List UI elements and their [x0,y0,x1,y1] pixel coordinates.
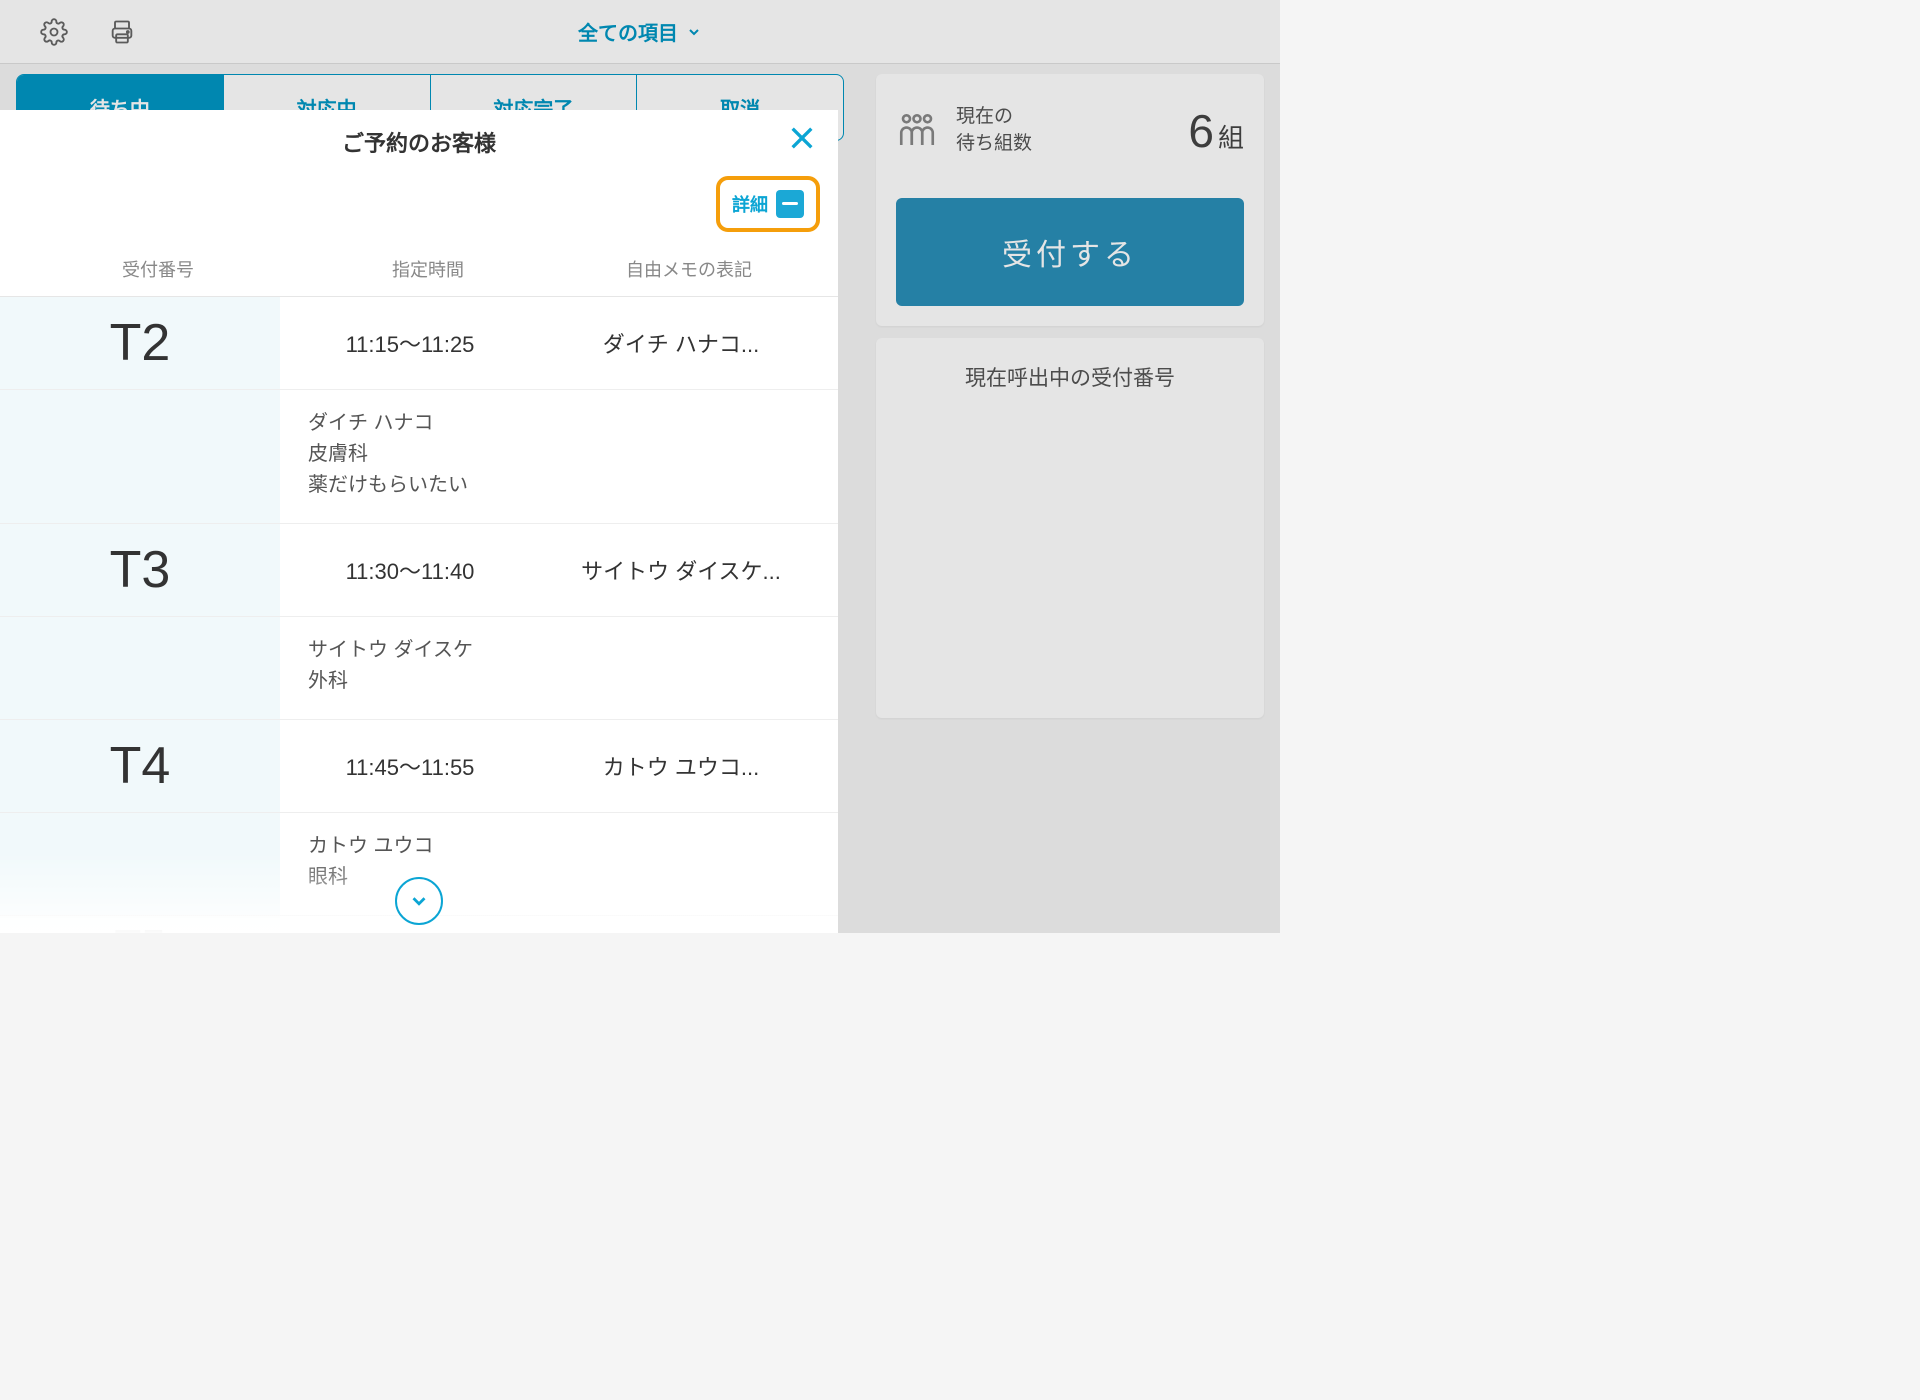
row-number: T5 [0,916,280,933]
list-row[interactable]: T2 11:15〜11:25 ダイチ ハナコ... [0,297,838,390]
printer-icon[interactable] [108,18,136,46]
row-time: 11:15〜11:25 [280,327,540,359]
row-memo-full: カトウ ユウコ 眼科 [280,813,838,915]
modal-title: ご予約のお客様 [0,126,838,158]
col-time: 指定時間 [298,256,558,282]
row-memo-full: ダイチ ハナコ 皮膚科 薬だけもらいたい [280,390,838,523]
row-time: 12:00〜12:10 [280,930,540,933]
row-memo-short: サイトウ ダイスケ... [540,554,838,586]
row-memo-full: サイトウ ダイスケ 外科 [280,617,838,719]
waiting-label-2: 待ち組数 [956,131,1032,158]
detail-toggle-label: 詳細 [732,191,768,217]
calling-label: 現在呼出中の受付番号 [900,362,1240,392]
accept-button[interactable]: 受付する [896,198,1244,306]
row-memo-short: カトウ ユウコ... [540,750,838,782]
list-header: 受付番号 指定時間 自由メモの表記 [0,256,838,297]
col-number: 受付番号 [18,256,298,282]
list-row[interactable]: T4 11:45〜11:55 カトウ ユウコ... [0,720,838,813]
row-time: 11:45〜11:55 [280,750,540,782]
detail-toggle[interactable]: 詳細 [716,176,820,232]
row-number: T3 [0,524,280,616]
row-memo-short: ヤマダ トモコ... [540,930,838,933]
chevron-down-icon [686,24,702,40]
scroll-down-button[interactable] [395,877,443,925]
list-body[interactable]: T2 11:15〜11:25 ダイチ ハナコ... ダイチ ハナコ 皮膚科 薬だ… [0,297,838,933]
list-row[interactable]: T3 11:30〜11:40 サイトウ ダイスケ... [0,524,838,617]
topbar: 全ての項目 [0,0,1280,64]
filter-label: 全ての項目 [578,17,678,46]
close-icon[interactable] [786,122,818,154]
filter-dropdown[interactable]: 全ての項目 [578,17,702,46]
minus-icon [776,190,804,218]
row-memo-short: ダイチ ハナコ... [540,327,838,359]
calling-panel: 現在呼出中の受付番号 [876,338,1264,718]
reservation-modal: ご予約のお客様 詳細 受付番号 指定時間 自由メモの表記 T2 11:15〜11… [0,110,838,933]
row-number: T2 [0,297,280,389]
waiting-label-1: 現在の [956,104,1032,131]
waiting-panel: 現在の 待ち組数 6 組 受付する [876,74,1264,326]
row-number: T4 [0,720,280,812]
row-time: 11:30〜11:40 [280,554,540,586]
chevron-down-icon [408,890,430,912]
col-memo: 自由メモの表記 [558,256,820,282]
waiting-count-unit: 組 [1218,118,1244,155]
list-row-detail: ダイチ ハナコ 皮膚科 薬だけもらいたい [0,390,838,524]
settings-icon[interactable] [40,18,68,46]
list-row-detail: サイトウ ダイスケ 外科 [0,617,838,720]
waiting-count-number: 6 [1188,104,1214,158]
people-icon [896,110,938,152]
